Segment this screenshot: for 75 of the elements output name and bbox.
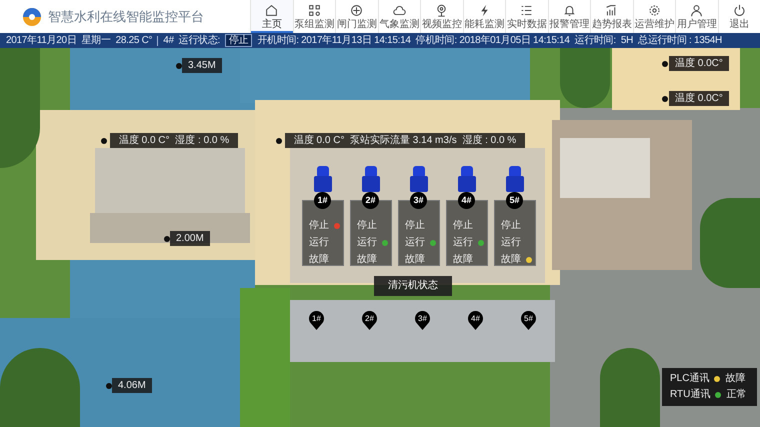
nav-tab[interactable]: 能耗监测 [462,0,505,33]
gate-marker-pin[interactable]: 2# [362,311,377,330]
sensor-reading: 温度 0.0 C° [118,134,170,148]
sensor-reading: 泵站实际流量 3.14 m3/s [350,134,457,148]
water-level-label: 2.00M [170,231,210,246]
status-label: 停止 [309,218,329,233]
status-label: 停止 [453,218,473,233]
power-icon [732,4,746,16]
gate-marker-pin[interactable]: 1# [309,311,324,330]
nav-tab[interactable]: 泵组监测 [292,0,335,33]
run-time-value: 5H [620,34,634,48]
status-label: 故障 [405,252,425,267]
pump-motor-icon [361,166,381,194]
temperature-text: 28.25 C° [116,34,152,48]
legend-status: 正常 [726,388,746,402]
status-label: 运行 [405,236,425,250]
temperature-label: 温度 0.0C° [669,56,729,71]
legend-status: 故障 [725,372,746,386]
nav-tab[interactable]: 运营维护 [632,0,675,33]
status-label: 运行 [501,236,521,250]
status-label: 故障 [357,252,377,267]
run-time-label: 运行时间: [574,34,616,48]
stop-time-text: 停机时间: 2018年01月05日 14:15:14 [416,34,570,48]
nav-tab[interactable]: 实时数据 [505,0,548,33]
circle-plus-icon [350,4,364,16]
legend-label: RTU通讯 [670,388,710,402]
status-label: 停止 [501,218,521,233]
status-label: 停止 [405,218,425,233]
bar-chart-icon [605,4,618,16]
run-state-value: 停止 [225,34,252,47]
status-label: 故障 [453,252,473,267]
sensor-reading: 湿度 : 0.0 % [462,134,516,148]
home-icon [265,4,278,16]
water-level-label: 4.06M [112,378,152,393]
total-run-time-text: 总运行时间 : 1354H [638,34,722,48]
webcam-icon [435,4,448,16]
gate-marker-pin[interactable]: 4# [468,311,483,330]
status-label: 运行 [309,236,329,250]
cloud-icon [392,4,406,16]
pump-motor-icon [313,166,333,194]
weekday-text: 星期一 [81,34,111,48]
app-title: 智慧水利在线智能监控平台 [48,8,204,26]
user-icon [690,4,704,16]
cleaner-status-label: 清污机状态 [374,276,452,296]
status-label: 运行 [453,236,473,250]
nav-tab[interactable]: 主页 [250,0,292,33]
grid-icon [308,4,321,16]
date-text: 2017年11月20日 [6,34,76,48]
pump-motor-icon [457,166,477,194]
pump-motor-icon [505,166,525,194]
status-label: 停止 [357,218,377,233]
status-label: 运行 [357,236,377,250]
sensor-reading: 温度 0.0 C° [294,134,344,148]
nav-tab[interactable]: 趋势报表 [590,0,632,33]
nav-tab[interactable]: 视频监控 [420,0,462,33]
gate-marker-pin[interactable]: 5# [521,311,536,330]
nav-tab[interactable]: 气象监测 [378,0,420,33]
legend-label: PLC通讯 [670,372,710,386]
pump-motor-icon [409,166,429,194]
run-state-label: 运行状态: [178,34,220,48]
list-icon [520,4,534,16]
temperature-label: 温度 0.0C° [669,91,729,106]
logo-icon [22,6,42,26]
gear-icon [648,4,661,16]
gate-marker-pin[interactable]: 3# [415,311,430,330]
status-label: 故障 [309,252,329,267]
water-level-label: 3.45M [182,58,222,73]
nav-tab[interactable]: 用户管理 [675,0,718,33]
status-label: 故障 [501,252,521,267]
nav-tab[interactable]: 报警管理 [548,0,590,33]
unit-number-text: 4# [163,34,174,48]
bell-icon [562,4,576,16]
nav-tab[interactable]: 闸门监测 [335,0,378,33]
start-time-text: 开机时间: 2017年11月13日 14:15:14 [257,34,411,48]
sensor-reading: 湿度 : 0.0 % [175,134,230,148]
